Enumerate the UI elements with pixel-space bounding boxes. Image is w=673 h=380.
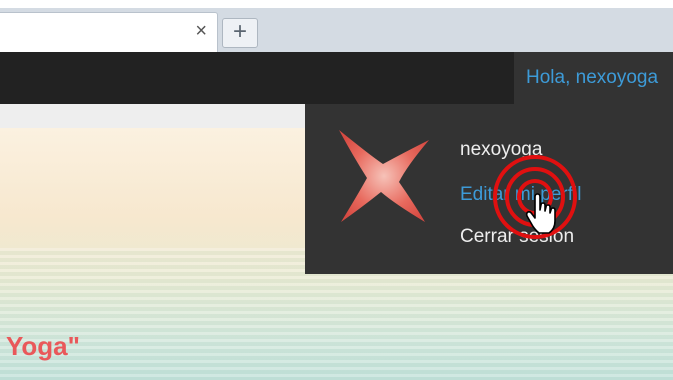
hand-cursor-icon (525, 193, 556, 234)
star-avatar-icon (339, 130, 429, 222)
account-greeting[interactable]: Hola, nexoyoga (514, 52, 673, 104)
plus-icon: + (232, 18, 247, 45)
account-dropdown: nexoyoga Editar mi perfil Cerrar sesión (305, 104, 673, 274)
admin-bar: Hola, nexoyoga (0, 52, 673, 104)
close-icon[interactable]: × (195, 21, 207, 41)
browser-tab-strip: × + (0, 8, 673, 52)
browser-tab[interactable]: × (0, 12, 218, 52)
hero-title: Yoga" (6, 331, 80, 361)
new-tab-button[interactable]: + (222, 18, 258, 48)
